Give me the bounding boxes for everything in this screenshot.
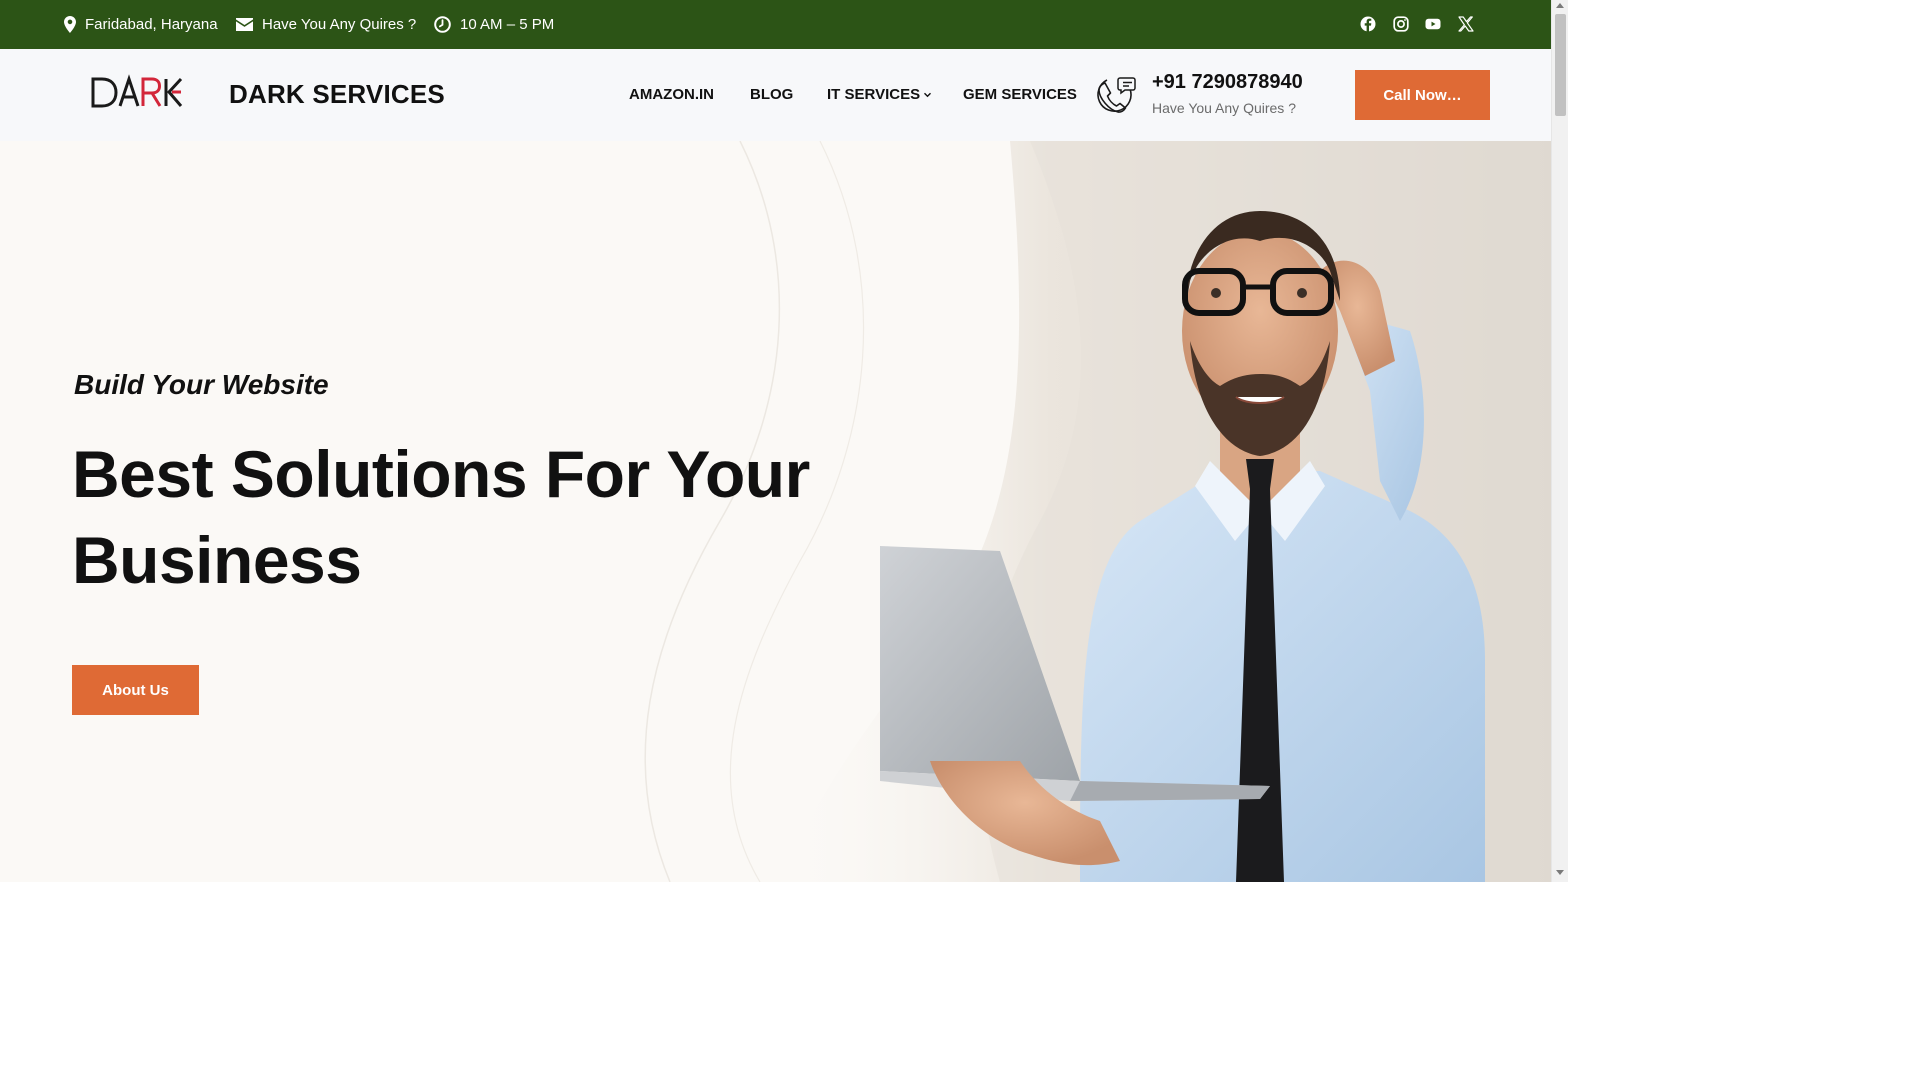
hours-info: 10 AM – 5 PM bbox=[434, 0, 554, 49]
clock-icon bbox=[434, 16, 451, 33]
hero-title: Best Solutions For Your Business bbox=[72, 437, 810, 597]
email-info[interactable]: Have You Any Quires ? bbox=[236, 0, 416, 49]
nav-item-gem-services[interactable]: GEM SERVICES bbox=[963, 86, 1077, 103]
envelope-icon bbox=[236, 18, 253, 31]
hero-section: Build Your Website Best Solutions For Yo… bbox=[0, 141, 1551, 882]
phone-subtext: Have You Any Quires ? bbox=[1152, 100, 1296, 116]
location-text: Faridabad, Haryana bbox=[85, 16, 218, 33]
hero-kicker: Build Your Website bbox=[74, 369, 329, 400]
top-bar: Faridabad, Haryana Have You Any Quires ?… bbox=[0, 0, 1551, 49]
hero-businessman-image bbox=[780, 141, 1551, 882]
about-us-button[interactable]: About Us bbox=[72, 665, 199, 715]
scroll-up-arrow-icon[interactable] bbox=[1556, 3, 1564, 8]
x-icon[interactable] bbox=[1458, 16, 1474, 37]
hours-text: 10 AM – 5 PM bbox=[460, 16, 555, 33]
scroll-down-arrow-icon[interactable] bbox=[1556, 870, 1564, 875]
chevron-down-icon bbox=[923, 86, 932, 103]
nav-item-amazon[interactable]: AMAZON.IN bbox=[629, 86, 714, 103]
facebook-icon[interactable] bbox=[1360, 16, 1376, 37]
site-title[interactable]: DARK SERVICES bbox=[229, 79, 445, 110]
email-text: Have You Any Quires ? bbox=[262, 16, 417, 33]
phone-number[interactable]: +91 7290878940 bbox=[1152, 71, 1303, 94]
instagram-icon[interactable] bbox=[1393, 16, 1409, 37]
site-logo[interactable] bbox=[90, 73, 184, 113]
youtube-icon[interactable] bbox=[1425, 16, 1441, 37]
page-scrollbar[interactable] bbox=[1551, 0, 1568, 882]
location-info: Faridabad, Haryana bbox=[64, 0, 218, 49]
nav-item-blog[interactable]: BLOG bbox=[750, 86, 793, 103]
phone-chat-icon bbox=[1093, 75, 1137, 115]
site-header: DARK SERVICES AMAZON.IN BLOG IT SERVICES… bbox=[0, 49, 1551, 141]
map-pin-icon bbox=[64, 16, 76, 33]
nav-label: BLOG bbox=[750, 86, 794, 103]
nav-label: AMAZON.IN bbox=[629, 86, 714, 103]
call-now-button[interactable]: Call Now… bbox=[1355, 70, 1490, 120]
nav-item-it-services[interactable]: IT SERVICES bbox=[827, 86, 932, 103]
nav-label: IT SERVICES bbox=[827, 86, 921, 103]
scroll-thumb[interactable] bbox=[1555, 14, 1566, 116]
nav-label: GEM SERVICES bbox=[963, 86, 1077, 103]
